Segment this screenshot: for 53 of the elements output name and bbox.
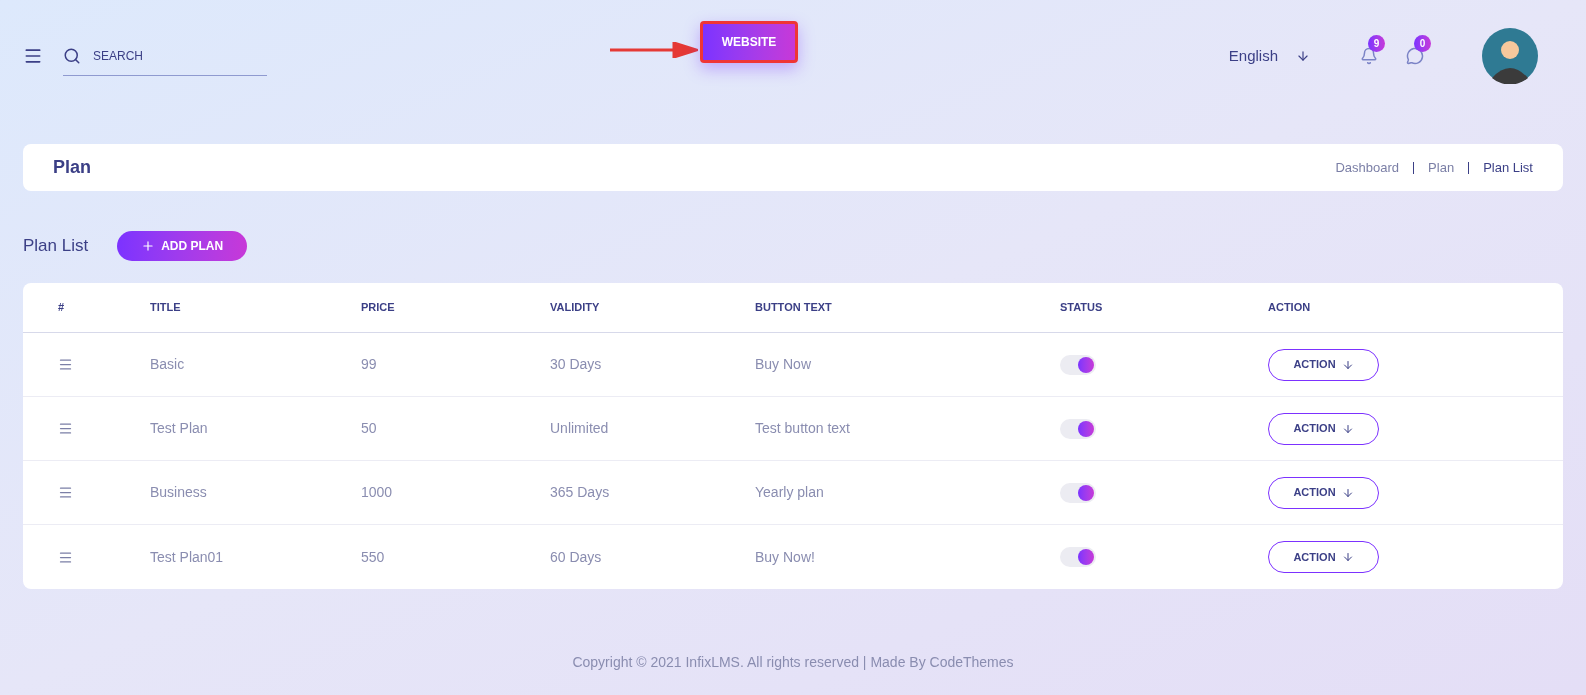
- column-header: VALIDITY: [550, 300, 601, 316]
- page-title: Plan: [53, 156, 91, 179]
- status-toggle[interactable]: [1060, 354, 1096, 375]
- table-cell-text: Buy Now: [755, 355, 813, 374]
- column-header: TITLE: [150, 300, 182, 316]
- menu-icon[interactable]: [23, 46, 43, 66]
- breadcrumb-link[interactable]: Plan: [1428, 157, 1455, 178]
- table-cell-text: 60 Days: [550, 547, 603, 567]
- add-plan-button[interactable]: ADD PLAN: [117, 231, 248, 261]
- table-cell-text: Unlimited: [550, 419, 610, 438]
- table-cell-text: 50: [361, 419, 378, 438]
- table-cell-text: Test button text: [755, 419, 851, 438]
- notification-count: 9: [1368, 35, 1385, 52]
- table-cell-text: 365 Days: [550, 483, 611, 502]
- search-field[interactable]: SEARCH: [93, 46, 243, 65]
- footer-text: Copyright © 2021 InfixLMS. All rights reserved | Made By CodeThemes: [572, 653, 1014, 672]
- table-cell-text: 550: [361, 547, 386, 567]
- language-label[interactable]: English: [1228, 44, 1278, 68]
- status-toggle[interactable]: [1060, 482, 1096, 503]
- column-header: ACTION: [1268, 300, 1312, 316]
- column-header: BUTTON TEXT: [755, 300, 833, 316]
- section-title: Plan List: [23, 235, 89, 258]
- message-icon[interactable]: [1406, 47, 1424, 65]
- drag-handle-icon[interactable]: [58, 549, 73, 565]
- column-header: #: [58, 300, 66, 316]
- avatar-icon[interactable]: [1482, 28, 1538, 84]
- table-cell-text: 1000: [361, 483, 394, 502]
- arrow-down-icon: [1341, 551, 1354, 563]
- drag-handle-icon[interactable]: [58, 357, 73, 372]
- breadcrumb-link[interactable]: Dashboard: [1335, 157, 1400, 178]
- arrow-down-icon: [1341, 486, 1354, 499]
- arrow-down-icon: [1341, 358, 1354, 371]
- message-count: 0: [1414, 35, 1431, 52]
- drag-handle-icon[interactable]: [58, 421, 73, 436]
- website-button[interactable]: WEBSITE: [700, 21, 798, 63]
- notification-icon[interactable]: [1360, 47, 1378, 65]
- arrow-down-icon: [1341, 422, 1354, 435]
- table-cell-text: Test Plan: [150, 419, 209, 438]
- plus-icon: [141, 239, 156, 253]
- drag-handle-icon[interactable]: [58, 485, 73, 500]
- table-cell-text: Test Plan01: [150, 547, 225, 567]
- status-toggle[interactable]: [1060, 418, 1096, 439]
- status-toggle[interactable]: [1060, 547, 1096, 567]
- column-header: STATUS: [1060, 300, 1104, 316]
- table-cell-text: Yearly plan: [755, 483, 825, 502]
- table-cell-text: Business: [150, 483, 208, 502]
- column-header: PRICE: [361, 300, 396, 316]
- table-cell-text: 99: [361, 355, 378, 374]
- arrow-down-icon[interactable]: [1296, 49, 1310, 63]
- search-icon: [63, 46, 81, 65]
- table-cell-text: 30 Days: [550, 355, 603, 374]
- table-cell-text: Basic: [150, 355, 186, 374]
- table-cell-text: Buy Now!: [755, 547, 816, 567]
